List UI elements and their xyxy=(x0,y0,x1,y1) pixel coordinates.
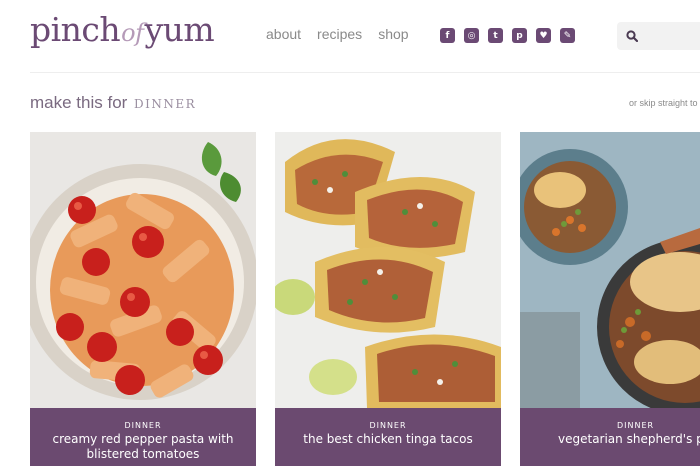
nav-recipes[interactable]: recipes xyxy=(317,26,362,42)
tacos-photo xyxy=(275,132,501,408)
logo-text-yum: yum xyxy=(144,10,215,49)
shepherds-pie-photo xyxy=(520,132,700,408)
nav-shop[interactable]: shop xyxy=(378,26,408,42)
social-links: f ◎ t p ♥ ✎ xyxy=(440,28,575,43)
heart-icon[interactable]: ♥ xyxy=(536,28,551,43)
site-logo[interactable]: pinchofyum xyxy=(30,10,215,49)
instagram-icon[interactable]: ◎ xyxy=(464,28,479,43)
search-input[interactable] xyxy=(645,26,700,46)
card-caption: DINNER vegetarian shepherd's pi xyxy=(520,408,700,466)
site-header: pinchofyum about recipes shop f ◎ t p ♥ … xyxy=(0,0,700,72)
card-category: DINNER xyxy=(369,421,407,430)
card-title[interactable]: the best chicken tinga tacos xyxy=(275,432,501,447)
main-nav: about recipes shop xyxy=(266,26,409,42)
card-caption: DINNER creamy red pepper pasta with blis… xyxy=(30,408,256,466)
card-title[interactable]: vegetarian shepherd's pi xyxy=(520,432,700,447)
logo-text-pinch: pinch xyxy=(30,10,121,49)
search-icon[interactable] xyxy=(626,30,638,42)
nav-about[interactable]: about xyxy=(266,26,301,42)
section-heading: make this for DINNER xyxy=(30,93,196,113)
recipe-card-pasta[interactable]: DINNER creamy red pepper pasta with blis… xyxy=(30,132,256,466)
pinterest-icon[interactable]: p xyxy=(512,28,527,43)
twitter-icon[interactable]: t xyxy=(488,28,503,43)
feed-icon[interactable]: ✎ xyxy=(560,28,575,43)
header-divider xyxy=(30,72,700,73)
card-caption: DINNER the best chicken tinga tacos xyxy=(275,408,501,466)
meal-selector[interactable]: DINNER xyxy=(134,97,196,111)
card-title[interactable]: creamy red pepper pasta with blistered t… xyxy=(30,432,256,462)
search-box xyxy=(617,22,700,50)
pasta-photo xyxy=(30,132,256,408)
card-category: DINNER xyxy=(617,421,655,430)
card-category: DINNER xyxy=(124,421,162,430)
facebook-icon[interactable]: f xyxy=(440,28,455,43)
skip-link[interactable]: or skip straight to xyxy=(629,98,698,108)
section-heading-lead: make this for xyxy=(30,93,128,112)
recipe-card-shepherds-pie[interactable]: DINNER vegetarian shepherd's pi xyxy=(520,132,700,466)
logo-text-of: of xyxy=(121,19,144,47)
recipe-card-tacos[interactable]: DINNER the best chicken tinga tacos xyxy=(275,132,501,466)
